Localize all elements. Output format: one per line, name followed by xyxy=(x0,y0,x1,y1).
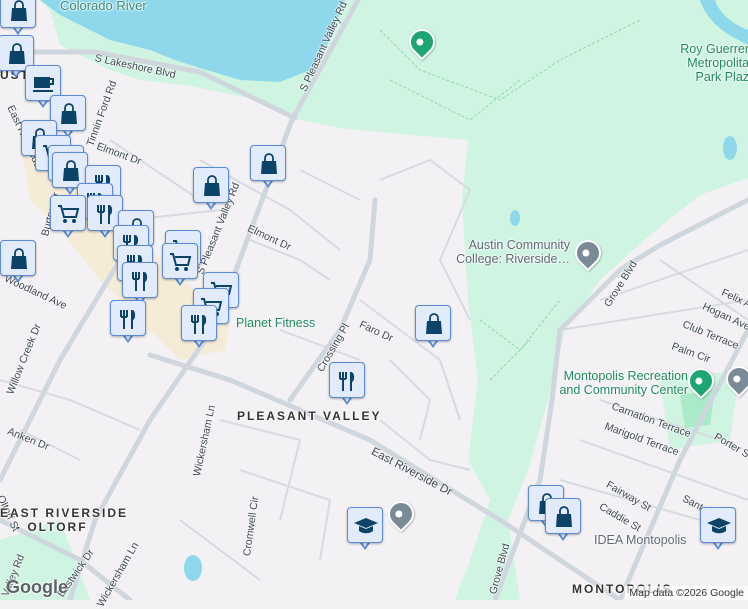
marker-box xyxy=(700,507,736,543)
restaurant-marker[interactable] xyxy=(110,300,146,346)
marker-box xyxy=(0,0,36,28)
marker-box xyxy=(250,145,286,181)
shopping-cart-icon xyxy=(170,253,192,271)
marker-box xyxy=(193,167,229,203)
school-icon xyxy=(354,518,378,534)
shopping-cart-marker[interactable] xyxy=(162,243,198,289)
shopping-bag-icon xyxy=(63,160,79,181)
shopping-bag-icon xyxy=(204,175,220,196)
shopping-bag-icon xyxy=(556,506,572,527)
shopping-bag-icon xyxy=(9,43,25,64)
shopping-bag-marker[interactable] xyxy=(0,240,36,286)
shopping-bag-icon xyxy=(426,313,442,334)
marker-box xyxy=(329,362,365,398)
river-label: Colorado River xyxy=(60,0,147,13)
google-logo[interactable]: Google xyxy=(6,577,68,598)
restaurant-icon xyxy=(120,310,136,329)
marker-box xyxy=(122,262,158,298)
restaurant-icon xyxy=(97,205,113,224)
restaurant-icon xyxy=(191,315,207,334)
poi-label-planet-fitness[interactable]: Planet Fitness xyxy=(236,316,315,330)
shopping-bag-marker[interactable] xyxy=(193,167,229,213)
shopping-bag-icon xyxy=(61,103,77,124)
restaurant-icon xyxy=(132,272,148,291)
area-label-east-riverside-oltorf: - OLTORF xyxy=(16,520,88,534)
poi-label-roy-guerrero[interactable]: Roy Guerrero Metropolitan Park Plaza xyxy=(666,42,748,84)
restaurant-marker[interactable] xyxy=(329,362,365,408)
area-label-east-riverside-oltorf: EAST RIVERSIDE xyxy=(0,506,129,520)
restaurant-marker[interactable] xyxy=(181,305,217,351)
marker-box xyxy=(181,305,217,341)
school-marker[interactable] xyxy=(700,507,736,553)
pond xyxy=(184,555,202,581)
marker-box xyxy=(50,195,86,231)
poi-label-montopolis-rec[interactable]: Montopolis Recreation and Community Cent… xyxy=(540,369,688,397)
restaurant-icon xyxy=(339,372,355,391)
marker-box xyxy=(110,300,146,336)
marker-box xyxy=(162,243,198,279)
marker-box xyxy=(545,498,581,534)
shopping-bag-marker[interactable] xyxy=(0,0,36,38)
pond xyxy=(723,136,737,160)
poi-label-acc[interactable]: Austin Community College: Riverside… xyxy=(450,238,570,266)
area-label-pleasant-valley: PLEASANT VALLEY xyxy=(237,409,382,423)
map-attribution[interactable]: Map data ©2026 Google xyxy=(625,586,748,600)
marker-box xyxy=(415,305,451,341)
shopping-bag-marker[interactable] xyxy=(415,305,451,351)
poi-label-idea-montopolis[interactable]: IDEA Montopolis xyxy=(594,533,686,547)
shopping-bag-icon xyxy=(11,0,27,21)
cafe-icon xyxy=(33,77,54,92)
shopping-bag-marker[interactable] xyxy=(250,145,286,191)
school-icon xyxy=(707,518,731,534)
shopping-bag-icon xyxy=(11,248,27,269)
pond xyxy=(510,210,520,226)
shopping-cart-icon xyxy=(58,205,80,223)
marker-box xyxy=(347,507,383,543)
shopping-bag-icon xyxy=(261,153,277,174)
school-marker[interactable] xyxy=(347,507,383,553)
marker-box xyxy=(0,240,36,276)
shopping-cart-marker[interactable] xyxy=(50,195,86,241)
shopping-bag-marker[interactable] xyxy=(545,498,581,544)
